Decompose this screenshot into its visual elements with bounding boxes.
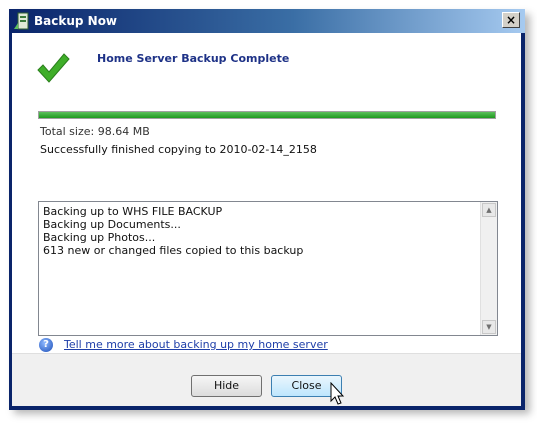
progress-bar	[38, 111, 496, 119]
finished-message: Successfully finished copying to 2010-02…	[40, 143, 317, 156]
log-line: 613 new or changed files copied to this …	[43, 244, 304, 257]
backup-log[interactable]: Backing up to WHS FILE BACKUP Backing up…	[38, 201, 498, 336]
checkmark-icon	[37, 53, 70, 83]
log-line: Backing up to WHS FILE BACKUP	[43, 205, 223, 218]
title-bar[interactable]: Backup Now ×	[9, 9, 525, 33]
total-size: Total size: 98.64 MB	[40, 125, 150, 138]
scroll-down-button[interactable]: ▼	[482, 320, 496, 334]
question-icon[interactable]: ?	[39, 338, 53, 352]
log-lines: Backing up to WHS FILE BACKUP Backing up…	[43, 205, 477, 257]
scroll-up-button[interactable]: ▲	[482, 203, 496, 217]
log-line: Backing up Documents...	[43, 218, 181, 231]
home-server-icon	[14, 12, 29, 30]
log-scrollbar[interactable]: ▲ ▼	[480, 202, 497, 335]
page-title: Home Server Backup Complete	[97, 52, 290, 65]
window-title: Backup Now	[34, 14, 118, 28]
button-bar	[12, 353, 521, 406]
progress-fill	[39, 112, 495, 118]
close-icon: ×	[505, 13, 517, 27]
dialog-content: Home Server Backup Complete Total size: …	[12, 33, 521, 406]
mouse-cursor-icon	[330, 382, 345, 405]
hide-button[interactable]: Hide	[191, 375, 262, 397]
close-window-button[interactable]: ×	[502, 12, 520, 28]
help-link[interactable]: Tell me more about backing up my home se…	[64, 338, 328, 351]
backup-now-dialog: Backup Now × Home Server Backup Complete…	[9, 9, 525, 410]
log-line: Backing up Photos...	[43, 231, 156, 244]
